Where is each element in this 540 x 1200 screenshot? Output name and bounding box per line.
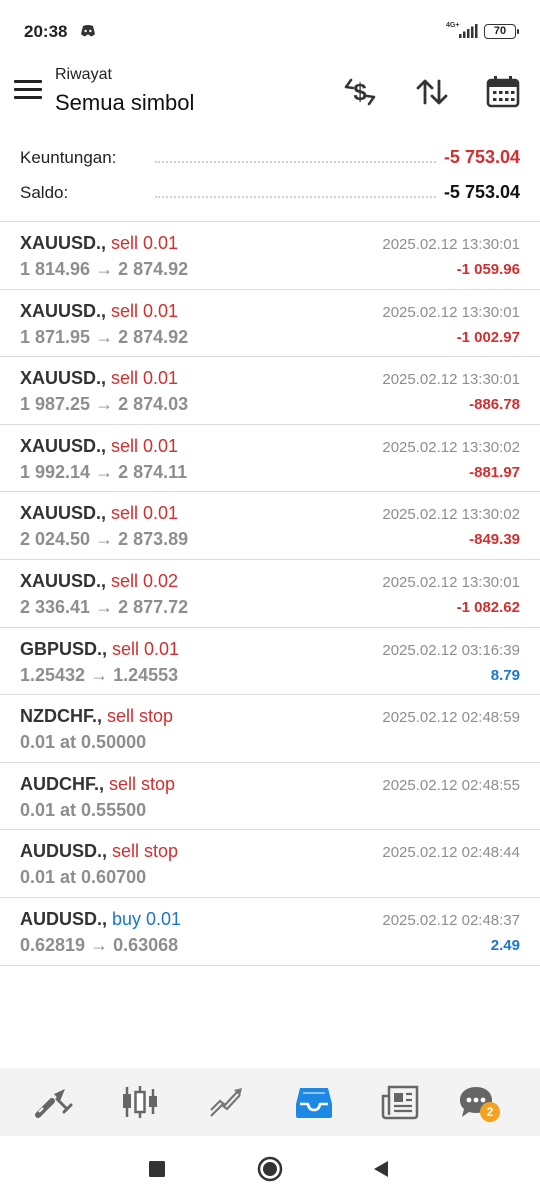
trade-profit: 2.49 [490,936,520,954]
balance-label: Saldo: [20,183,73,203]
trade-prices: 0.01 at 0.60700 [20,867,147,888]
trade-profit: -1 082.62 [456,598,520,616]
trade-symbol: AUDCHF., [20,773,104,794]
balance-dots [155,196,440,198]
header-subtitle: Riwayat [55,66,112,83]
trade-action: sell stop [107,841,179,862]
trade-time: 2025.02.12 03:16:39 [382,641,520,659]
app-header: Riwayat Semua simbol $ [0,62,540,126]
quotes-icon[interactable] [34,1082,74,1122]
trade-action: sell 0.01 [106,503,179,524]
trade-time: 2025.02.12 13:30:02 [382,506,520,524]
trade-time: 2025.02.12 13:30:01 [382,371,520,389]
trade-action: sell 0.01 [106,435,179,456]
trade-action: sell 0.01 [106,368,179,389]
discord-icon [81,25,95,37]
trade-symbol: GBPUSD., [20,638,108,659]
currency-exchange-icon[interactable]: $ [340,72,380,112]
trade-row[interactable]: NZDCHF., sell stop 0.01 at 0.50000 2025.… [0,695,540,763]
trade-prices: 1 992.14 → 2 874.11 [20,461,188,482]
profit-dots [155,161,440,163]
trade-time: 2025.02.12 02:48:59 [382,709,520,727]
trade-action: sell 0.01 [106,300,179,321]
trade-action: buy 0.01 [107,908,182,929]
chat-badge: 2 [480,1102,500,1122]
trade-symbol: XAUUSD., [20,233,107,253]
trade-icon[interactable] [207,1082,247,1122]
trade-prices: 2 024.50 → 2 873.89 [20,529,189,550]
trade-action: sell 0.01 [106,233,179,253]
trade-row[interactable]: XAUUSD., sell 0.01 1 814.96 → 2 874.92 2… [0,222,540,290]
trade-prices: 1 814.96 → 2 874.92 [20,259,189,279]
trade-profit: -1 002.97 [456,328,520,346]
trade-time: 2025.02.12 02:48:44 [382,844,520,862]
trade-time: 2025.02.12 02:48:55 [382,776,520,794]
trade-prices: 0.01 at 0.55500 [20,799,147,820]
system-navigation [0,1136,540,1200]
balance-value: -5 753.04 [437,182,520,203]
trade-profit: -886.78 [469,396,520,414]
trade-row[interactable]: GBPUSD., sell 0.01 1.25432 → 1.24553 202… [0,628,540,696]
trade-symbol: XAUUSD., [20,503,107,524]
trade-symbol: NZDCHF., [20,706,102,727]
trade-prices: 1 987.25 → 2 874.03 [20,394,189,415]
trade-row[interactable]: XAUUSD., sell 0.01 2 024.50 → 2 873.89 2… [0,492,540,560]
trade-symbol: XAUUSD., [20,570,107,591]
trade-profit: 8.79 [490,666,520,684]
sort-icon[interactable] [412,72,452,112]
trade-profit: -849.39 [469,531,520,549]
trade-prices: 0.62819 → 0.63068 [20,934,179,955]
trade-profit: -1 059.96 [456,261,520,278]
trade-time: 2025.02.12 13:30:01 [382,573,520,591]
trade-time: 2025.02.12 13:30:01 [382,236,520,253]
status-bar: 20:38 4G+ 70 [0,0,540,62]
trade-time: 2025.02.12 13:30:02 [382,438,520,456]
profit-row: Keuntungan: -5 753.04 [0,140,540,175]
trade-profit: -881.97 [469,463,520,481]
trade-row[interactable]: XAUUSD., sell 0.01 1 992.14 → 2 874.11 2… [0,425,540,493]
trade-action: sell 0.01 [107,638,180,659]
history-icon[interactable] [294,1082,334,1122]
trade-action: sell 0.02 [106,570,179,591]
battery-indicator: 70 [484,24,519,39]
chat-icon[interactable]: 2 [456,1082,500,1122]
trade-row[interactable]: XAUUSD., sell 0.02 2 336.41 → 2 877.72 2… [0,560,540,628]
status-time: 20:38 [24,22,68,41]
trade-action: sell stop [104,773,176,794]
trade-prices: 1.25432 → 1.24553 [20,664,179,685]
home-icon[interactable] [255,1154,285,1184]
trade-history-list: XAUUSD., sell 0.01 1 814.96 → 2 874.92 2… [0,222,540,966]
trade-symbol: XAUUSD., [20,368,107,389]
trade-row[interactable]: AUDUSD., sell stop 0.01 at 0.60700 2025.… [0,830,540,898]
news-icon[interactable] [380,1082,420,1122]
back-icon[interactable] [366,1154,396,1184]
trade-prices: 2 336.41 → 2 877.72 [20,596,189,617]
battery-level: 70 [493,25,507,37]
trade-symbol: AUDUSD., [20,841,108,862]
trade-symbol: XAUUSD., [20,435,107,456]
trade-symbol: AUDUSD., [20,908,108,929]
trade-time: 2025.02.12 13:30:01 [382,303,520,321]
chart-icon[interactable] [120,1082,160,1122]
signal-icon [459,24,478,38]
trade-row[interactable]: XAUUSD., sell 0.01 1 871.95 → 2 874.92 2… [0,290,540,358]
account-summary: Keuntungan: -5 753.04 Saldo: -5 753.04 [0,140,540,210]
recents-icon[interactable] [142,1154,172,1184]
profit-label: Keuntungan: [20,148,121,168]
profit-value: -5 753.04 [437,147,520,168]
trade-action: sell stop [102,706,174,727]
trade-row[interactable]: AUDUSD., buy 0.01 0.62819 → 0.63068 2025… [0,898,540,966]
menu-icon[interactable] [14,80,42,102]
trade-row[interactable]: AUDCHF., sell stop 0.01 at 0.55500 2025.… [0,763,540,831]
trade-symbol: XAUUSD., [20,300,107,321]
svg-text:$: $ [353,79,367,106]
bottom-navigation: 2 [0,1068,540,1136]
trade-row[interactable]: XAUUSD., sell 0.01 1 987.25 → 2 874.03 2… [0,357,540,425]
calendar-icon[interactable] [483,72,523,112]
trade-prices: 0.01 at 0.50000 [20,732,147,753]
balance-row: Saldo: -5 753.04 [0,175,540,210]
trade-prices: 1 871.95 → 2 874.92 [20,326,189,347]
trade-time: 2025.02.12 02:48:37 [382,911,520,929]
symbol-filter-title[interactable]: Semua simbol [55,90,194,116]
